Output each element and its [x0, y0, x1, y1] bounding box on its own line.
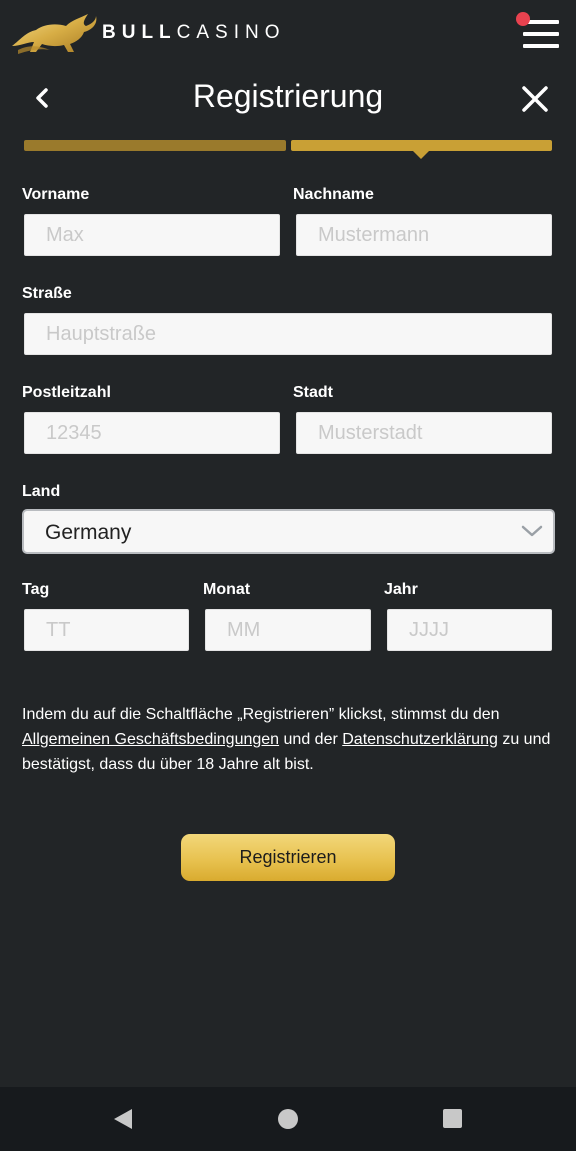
- system-nav-bar: [0, 1087, 576, 1151]
- street-input[interactable]: [24, 313, 552, 355]
- bull-logo-icon: [12, 14, 97, 54]
- notification-dot: [516, 12, 530, 26]
- register-button[interactable]: Registrieren: [181, 834, 395, 881]
- nav-back-icon[interactable]: [112, 1107, 134, 1131]
- month-label: Monat: [203, 581, 251, 598]
- country-select[interactable]: Germany: [22, 509, 555, 554]
- close-icon[interactable]: [518, 82, 552, 116]
- first-name-input[interactable]: [24, 214, 280, 256]
- postal-code-label: Postleitzahl: [22, 384, 111, 401]
- year-input[interactable]: [387, 609, 552, 651]
- nav-home-icon[interactable]: [278, 1109, 298, 1129]
- registration-screen: BULLCASINO Registrierung Vorname Nachnam…: [0, 0, 576, 1151]
- city-label: Stadt: [293, 384, 333, 401]
- postal-code-input[interactable]: [24, 412, 280, 454]
- last-name-label: Nachname: [293, 186, 374, 203]
- progress-step-1: [24, 140, 286, 151]
- terms-link[interactable]: Allgemeinen Geschäftsbedingungen: [22, 731, 279, 748]
- terms-text-before: Indem du auf die Schaltfläche „Registrie…: [22, 706, 500, 723]
- top-bar: BULLCASINO: [0, 0, 576, 66]
- brand-light-text: CASINO: [176, 22, 286, 43]
- progress-step-indicator: [412, 150, 430, 159]
- street-label: Straße: [22, 285, 72, 302]
- page-title: Registrierung: [192, 78, 384, 114]
- city-input[interactable]: [296, 412, 552, 454]
- terms-text-middle: und der: [279, 731, 343, 748]
- country-select-value: Germany: [45, 521, 132, 544]
- brand-bold-text: BULL: [102, 22, 177, 43]
- first-name-label: Vorname: [22, 186, 90, 203]
- nav-recents-icon[interactable]: [443, 1109, 462, 1128]
- month-input[interactable]: [205, 609, 371, 651]
- privacy-link[interactable]: Datenschutzerklärung: [342, 731, 498, 748]
- terms-notice: Indem du auf die Schaltfläche „Registrie…: [22, 702, 557, 777]
- brand-name: BULLCASINO: [102, 22, 286, 44]
- year-label: Jahr: [384, 581, 418, 598]
- chevron-down-icon: [521, 525, 543, 537]
- day-label: Tag: [22, 581, 50, 598]
- last-name-input[interactable]: [296, 214, 552, 256]
- brand-logo[interactable]: BULLCASINO: [10, 10, 286, 56]
- day-input[interactable]: [24, 609, 189, 651]
- country-label: Land: [22, 483, 61, 500]
